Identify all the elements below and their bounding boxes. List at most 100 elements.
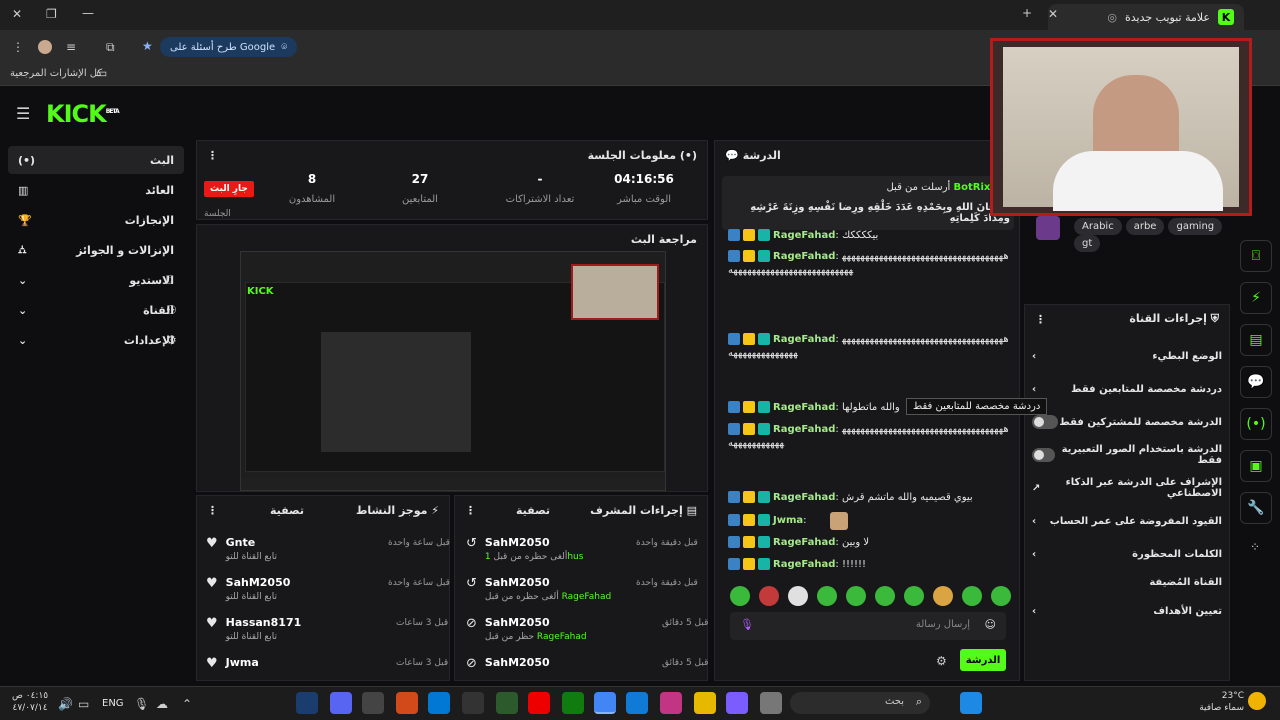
emote-icon[interactable] (904, 586, 924, 606)
set-goals-row[interactable]: تعيين الأهداف › (1032, 600, 1222, 622)
mod-user[interactable]: SahM2050 (485, 656, 550, 669)
app-icon[interactable] (396, 692, 418, 714)
taskbar-search[interactable]: بحث ⌕ (790, 692, 930, 714)
chat-user[interactable]: RageFahad (773, 559, 835, 570)
app-icon[interactable] (660, 692, 682, 714)
emote-only-toggle[interactable] (1032, 448, 1056, 462)
mod-target[interactable]: RageFahad (537, 632, 587, 642)
all-bookmarks-label[interactable]: كل الإشارات المرجعية (10, 68, 102, 79)
more-icon[interactable]: ⋮ (207, 504, 218, 517)
app-icon[interactable] (362, 692, 384, 714)
emote-icon[interactable] (846, 586, 866, 606)
wrench-icon[interactable]: 🔧 (1240, 492, 1272, 524)
emote-icon[interactable] (759, 586, 779, 606)
emote-icon[interactable] (788, 586, 808, 606)
copilot-icon[interactable] (726, 692, 748, 714)
hamburger-menu-icon[interactable]: ☰ (16, 104, 30, 123)
activity-user[interactable]: Jwma (226, 656, 259, 669)
monitor-icon[interactable]: ▭ (78, 697, 89, 711)
broadcast-icon[interactable]: (•) (1240, 408, 1272, 440)
app-icon[interactable] (462, 692, 484, 714)
emote-icon[interactable] (730, 586, 750, 606)
slow-mode-row[interactable]: الوضع البطيء › (1032, 345, 1222, 367)
menu-dots-icon[interactable]: ⋮ (12, 40, 24, 54)
bolt-icon[interactable]: ⚡ (1240, 282, 1272, 314)
google-ask-pill[interactable]: طرح أسئلة على Google ⌾ (160, 37, 298, 57)
subscribers-only-toggle[interactable] (1032, 415, 1058, 429)
banned-words-row[interactable]: الكلمات المحظورة › (1032, 543, 1222, 565)
emoji-picker-icon[interactable]: ☺ (985, 618, 996, 631)
sidebar-item-studio[interactable]: ⌄ الاستديو (8, 266, 184, 294)
activity-user[interactable]: Gnte (226, 536, 277, 549)
weather-widget[interactable]: 23°C سماء صافية (1196, 690, 1244, 714)
store-icon[interactable] (428, 692, 450, 714)
folder-icon[interactable] (694, 692, 716, 714)
emote-icon[interactable] (933, 586, 953, 606)
cloud-icon[interactable]: ☁ (156, 697, 168, 711)
mod-user[interactable]: SahM2050 (485, 536, 584, 549)
discord-icon[interactable] (330, 692, 352, 714)
mic-icon[interactable]: 🎙 (134, 697, 149, 711)
youtube-icon[interactable] (528, 692, 550, 714)
emote-icon[interactable] (875, 586, 895, 606)
layout-icon[interactable]: ▣ (1240, 450, 1272, 482)
sidebar-item-stream[interactable]: (•) البث (8, 146, 184, 174)
chat-user[interactable]: RageFahad (773, 492, 835, 503)
sidebar-item-settings[interactable]: ⌄ الإعدادات (8, 326, 184, 354)
more-icon[interactable]: ⋮ (1035, 313, 1046, 326)
star-bookmark-icon[interactable]: ★ (142, 39, 153, 53)
activity-user[interactable]: Hassan8171 (226, 616, 302, 629)
send-chat-button[interactable]: الدرشة (960, 649, 1006, 671)
dots-apps-icon[interactable]: ⁘ (1250, 540, 1260, 554)
activity-user[interactable]: SahM2050 (226, 576, 291, 589)
xbox-icon[interactable] (562, 692, 584, 714)
mod-user[interactable]: SahM2050 (485, 576, 611, 589)
pinned-user[interactable]: BotRix (954, 182, 991, 193)
start-icon[interactable] (960, 692, 982, 714)
tag-pill[interactable]: gaming (1168, 218, 1223, 235)
chat-user[interactable]: RageFahad (773, 230, 835, 241)
maximize-icon[interactable]: ❐ (46, 7, 57, 21)
chat-user[interactable]: Jwma (773, 515, 803, 526)
emote-icon[interactable] (991, 586, 1011, 606)
tag-pill[interactable]: arbe (1125, 218, 1165, 235)
mic-icon[interactable]: 🎙 (740, 618, 754, 631)
chat-user[interactable]: RageFahad (773, 334, 835, 345)
minimize-icon[interactable]: — (82, 6, 94, 20)
new-tab-icon[interactable]: + (1022, 6, 1032, 20)
sidebar-item-drops[interactable]: ⛼ الإنزالات و الجوائز (8, 236, 184, 264)
followers-only-row[interactable]: دردشة مخصصة للمتابعين فقط › (1032, 378, 1222, 400)
mod-target[interactable]: RageFahad (562, 592, 612, 602)
more-icon[interactable]: ⋮ (207, 149, 218, 162)
volume-icon[interactable]: 🔊 (58, 697, 73, 711)
sidebar-item-revenue[interactable]: ▥ العائد (8, 176, 184, 204)
stream-preview-video[interactable]: KICK (240, 251, 666, 491)
chat-user[interactable]: RageFahad (773, 424, 835, 435)
chat-user[interactable]: RageFahad (773, 537, 835, 548)
tag-pill[interactable]: gt (1074, 235, 1101, 252)
chat-input-box[interactable]: 🎙 إرسال رسالة ☺ (730, 612, 1006, 640)
app-icon[interactable] (496, 692, 518, 714)
emote-icon[interactable] (817, 586, 837, 606)
emote-icon[interactable] (962, 586, 982, 606)
document-icon[interactable]: ▤ (1240, 324, 1272, 356)
studio-tool-icon[interactable]: ⌼ (1240, 240, 1272, 272)
kick-logo[interactable]: KICKBETA (46, 100, 120, 128)
ai-moderation-row[interactable]: الإشراف على الدرشة عبر الذكاء الاصطناعي ↗ (1032, 477, 1222, 499)
close-window-icon[interactable]: ✕ (12, 7, 22, 21)
playlist-icon[interactable]: ≡ (66, 40, 76, 54)
app-icon[interactable] (760, 692, 782, 714)
chat-settings-icon[interactable]: ⚙ (936, 654, 947, 668)
filter-button[interactable]: تصفية (270, 504, 304, 517)
edge-icon[interactable] (626, 692, 648, 714)
more-icon[interactable]: ⋮ (465, 504, 476, 517)
filter-button[interactable]: تصفية (516, 504, 550, 517)
browser-tab[interactable]: K علامة تبويب جديدة ◎ (1048, 4, 1244, 30)
steam-icon[interactable] (296, 692, 318, 714)
chat-bubble-icon[interactable]: 💬 (1240, 366, 1272, 398)
mod-user[interactable]: SahM2050 (485, 616, 587, 629)
sidebar-item-achievements[interactable]: 🏆 الإنجازات (8, 206, 184, 234)
extensions-icon[interactable]: ⧉ (106, 40, 115, 55)
chrome-taskbar-icon[interactable] (594, 692, 616, 714)
chat-user[interactable]: RageFahad (773, 402, 835, 413)
